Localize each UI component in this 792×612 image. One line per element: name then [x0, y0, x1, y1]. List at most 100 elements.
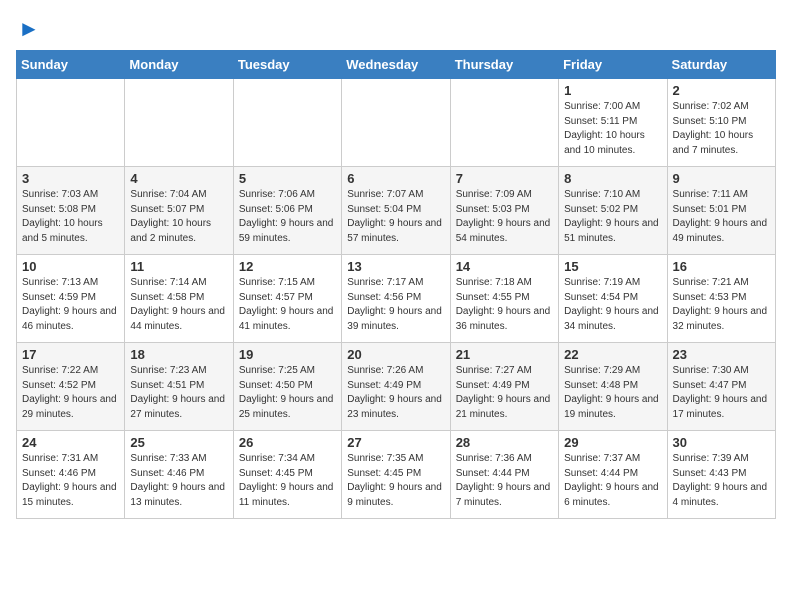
- calendar-day-cell: 22 Sunrise: 7:29 AM Sunset: 4:48 PM Dayli…: [559, 343, 667, 431]
- day-info: Sunrise: 7:29 AM Sunset: 4:48 PM Dayligh…: [564, 364, 661, 422]
- calendar-day-cell: 6 Sunrise: 7:07 AM Sunset: 5:04 PM Daylig…: [342, 167, 450, 255]
- day-info: Sunrise: 7:17 AM Sunset: 4:56 PM Dayligh…: [347, 276, 444, 334]
- calendar-day-cell: 1 Sunrise: 7:00 AM Sunset: 5:11 PM Daylig…: [559, 79, 667, 167]
- day-number: 14: [456, 259, 553, 274]
- calendar-day-cell: 17 Sunrise: 7:22 AM Sunset: 4:52 PM Dayli…: [17, 343, 125, 431]
- calendar-day-cell: 10Sunrise: 7:13 AM Sunset: 4:59 PM Dayli…: [17, 255, 125, 343]
- day-number: 4: [130, 171, 227, 186]
- calendar-day-cell: [17, 79, 125, 167]
- day-info: Sunrise: 7:00 AM Sunset: 5:11 PM Dayligh…: [564, 100, 661, 158]
- calendar-day-cell: 29 Sunrise: 7:37 AM Sunset: 4:44 PM Dayli…: [559, 431, 667, 519]
- day-of-week-header: Wednesday: [342, 51, 450, 79]
- day-info: Sunrise: 7:31 AM Sunset: 4:46 PM Dayligh…: [22, 452, 119, 510]
- day-info: Sunrise: 7:06 AM Sunset: 5:06 PM Dayligh…: [239, 188, 336, 246]
- calendar-week-row: 3 Sunrise: 7:03 AM Sunset: 5:08 PM Daylig…: [17, 167, 776, 255]
- calendar-day-cell: 16 Sunrise: 7:21 AM Sunset: 4:53 PM Dayli…: [667, 255, 775, 343]
- day-number: 1: [564, 83, 661, 98]
- calendar-day-cell: 24 Sunrise: 7:31 AM Sunset: 4:46 PM Dayli…: [17, 431, 125, 519]
- day-number: 21: [456, 347, 553, 362]
- day-info: Sunrise: 7:21 AM Sunset: 4:53 PM Dayligh…: [673, 276, 770, 334]
- calendar-day-cell: 28Sunrise: 7:36 AM Sunset: 4:44 PM Dayli…: [450, 431, 558, 519]
- day-number: 26: [239, 435, 336, 450]
- calendar-day-cell: 14 Sunrise: 7:18 AM Sunset: 4:55 PM Dayli…: [450, 255, 558, 343]
- calendar-day-cell: 7 Sunrise: 7:09 AM Sunset: 5:03 PM Daylig…: [450, 167, 558, 255]
- calendar-day-cell: 26 Sunrise: 7:34 AM Sunset: 4:45 PM Dayli…: [233, 431, 341, 519]
- day-of-week-header: Thursday: [450, 51, 558, 79]
- calendar-day-cell: 21 Sunrise: 7:27 AM Sunset: 4:49 PM Dayli…: [450, 343, 558, 431]
- day-number: 22: [564, 347, 661, 362]
- day-number: 15: [564, 259, 661, 274]
- calendar-day-cell: 20 Sunrise: 7:26 AM Sunset: 4:49 PM Dayli…: [342, 343, 450, 431]
- day-info: Sunrise: 7:15 AM Sunset: 4:57 PM Dayligh…: [239, 276, 336, 334]
- day-info: Sunrise: 7:02 AM Sunset: 5:10 PM Dayligh…: [673, 100, 770, 158]
- calendar-day-cell: 12 Sunrise: 7:15 AM Sunset: 4:57 PM Dayli…: [233, 255, 341, 343]
- calendar-day-cell: 9 Sunrise: 7:11 AM Sunset: 5:01 PM Daylig…: [667, 167, 775, 255]
- day-info: Sunrise: 7:33 AM Sunset: 4:46 PM Dayligh…: [130, 452, 227, 510]
- day-info: Sunrise: 7:13 AM Sunset: 4:59 PM Dayligh…: [22, 276, 119, 334]
- day-number: 3: [22, 171, 119, 186]
- day-info: Sunrise: 7:04 AM Sunset: 5:07 PM Dayligh…: [130, 188, 227, 246]
- day-info: Sunrise: 7:03 AM Sunset: 5:08 PM Dayligh…: [22, 188, 119, 246]
- logo: ►: [16, 16, 40, 38]
- day-info: Sunrise: 7:09 AM Sunset: 5:03 PM Dayligh…: [456, 188, 553, 246]
- day-info: Sunrise: 7:22 AM Sunset: 4:52 PM Dayligh…: [22, 364, 119, 422]
- day-info: Sunrise: 7:35 AM Sunset: 4:45 PM Dayligh…: [347, 452, 444, 510]
- calendar-day-cell: 15 Sunrise: 7:19 AM Sunset: 4:54 PM Dayli…: [559, 255, 667, 343]
- calendar-header-row: SundayMondayTuesdayWednesdayThursdayFrid…: [17, 51, 776, 79]
- day-of-week-header: Monday: [125, 51, 233, 79]
- calendar-week-row: 17 Sunrise: 7:22 AM Sunset: 4:52 PM Dayli…: [17, 343, 776, 431]
- day-info: Sunrise: 7:14 AM Sunset: 4:58 PM Dayligh…: [130, 276, 227, 334]
- day-of-week-header: Tuesday: [233, 51, 341, 79]
- day-info: Sunrise: 7:18 AM Sunset: 4:55 PM Dayligh…: [456, 276, 553, 334]
- calendar-day-cell: 27Sunrise: 7:35 AM Sunset: 4:45 PM Dayli…: [342, 431, 450, 519]
- calendar-day-cell: [233, 79, 341, 167]
- day-number: 12: [239, 259, 336, 274]
- calendar-day-cell: [450, 79, 558, 167]
- calendar-day-cell: 2Sunrise: 7:02 AM Sunset: 5:10 PM Daylig…: [667, 79, 775, 167]
- day-number: 11: [130, 259, 227, 274]
- day-info: Sunrise: 7:19 AM Sunset: 4:54 PM Dayligh…: [564, 276, 661, 334]
- header: ►: [16, 16, 776, 38]
- day-of-week-header: Sunday: [17, 51, 125, 79]
- calendar-day-cell: 23 Sunrise: 7:30 AM Sunset: 4:47 PM Dayli…: [667, 343, 775, 431]
- calendar: SundayMondayTuesdayWednesdayThursdayFrid…: [16, 50, 776, 519]
- day-of-week-header: Friday: [559, 51, 667, 79]
- day-info: Sunrise: 7:25 AM Sunset: 4:50 PM Dayligh…: [239, 364, 336, 422]
- calendar-day-cell: 8 Sunrise: 7:10 AM Sunset: 5:02 PM Daylig…: [559, 167, 667, 255]
- day-info: Sunrise: 7:11 AM Sunset: 5:01 PM Dayligh…: [673, 188, 770, 246]
- day-number: 9: [673, 171, 770, 186]
- calendar-day-cell: [342, 79, 450, 167]
- day-number: 16: [673, 259, 770, 274]
- day-number: 8: [564, 171, 661, 186]
- calendar-day-cell: 4 Sunrise: 7:04 AM Sunset: 5:07 PM Daylig…: [125, 167, 233, 255]
- day-info: Sunrise: 7:30 AM Sunset: 4:47 PM Dayligh…: [673, 364, 770, 422]
- day-info: Sunrise: 7:27 AM Sunset: 4:49 PM Dayligh…: [456, 364, 553, 422]
- logo-bird-icon: ►: [18, 16, 40, 42]
- day-of-week-header: Saturday: [667, 51, 775, 79]
- day-number: 6: [347, 171, 444, 186]
- day-info: Sunrise: 7:23 AM Sunset: 4:51 PM Dayligh…: [130, 364, 227, 422]
- day-number: 20: [347, 347, 444, 362]
- day-info: Sunrise: 7:07 AM Sunset: 5:04 PM Dayligh…: [347, 188, 444, 246]
- day-number: 5: [239, 171, 336, 186]
- day-info: Sunrise: 7:34 AM Sunset: 4:45 PM Dayligh…: [239, 452, 336, 510]
- calendar-day-cell: 25Sunrise: 7:33 AM Sunset: 4:46 PM Dayli…: [125, 431, 233, 519]
- calendar-day-cell: [125, 79, 233, 167]
- day-number: 13: [347, 259, 444, 274]
- day-info: Sunrise: 7:10 AM Sunset: 5:02 PM Dayligh…: [564, 188, 661, 246]
- calendar-day-cell: 5 Sunrise: 7:06 AM Sunset: 5:06 PM Daylig…: [233, 167, 341, 255]
- day-number: 7: [456, 171, 553, 186]
- day-number: 17: [22, 347, 119, 362]
- calendar-day-cell: 30Sunrise: 7:39 AM Sunset: 4:43 PM Dayli…: [667, 431, 775, 519]
- calendar-week-row: 24 Sunrise: 7:31 AM Sunset: 4:46 PM Dayli…: [17, 431, 776, 519]
- day-number: 19: [239, 347, 336, 362]
- day-info: Sunrise: 7:26 AM Sunset: 4:49 PM Dayligh…: [347, 364, 444, 422]
- day-number: 28: [456, 435, 553, 450]
- calendar-day-cell: 18 Sunrise: 7:23 AM Sunset: 4:51 PM Dayli…: [125, 343, 233, 431]
- day-number: 23: [673, 347, 770, 362]
- day-number: 24: [22, 435, 119, 450]
- calendar-week-row: 10Sunrise: 7:13 AM Sunset: 4:59 PM Dayli…: [17, 255, 776, 343]
- day-number: 18: [130, 347, 227, 362]
- day-number: 29: [564, 435, 661, 450]
- day-info: Sunrise: 7:37 AM Sunset: 4:44 PM Dayligh…: [564, 452, 661, 510]
